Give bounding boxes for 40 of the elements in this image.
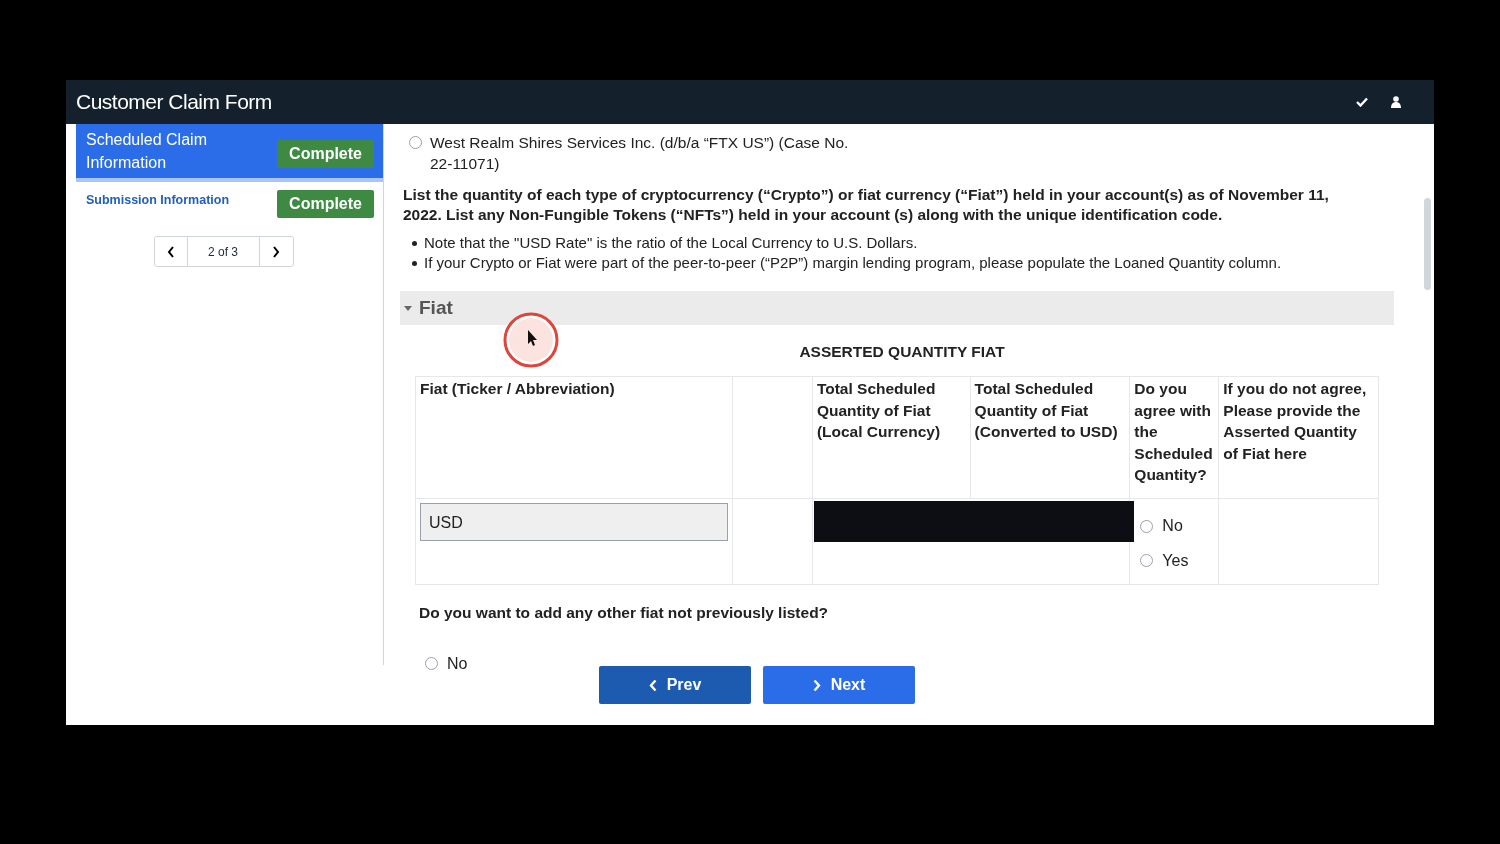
column-header: Total Scheduled Quantity of Fiat (Local Currency) <box>812 376 971 499</box>
prev-button[interactable]: Prev <box>599 666 751 704</box>
question-text: Do you want to add any other fiat not previously listed? <box>419 603 830 624</box>
scrollbar-thumb[interactable] <box>1424 198 1431 290</box>
chevron-left-icon <box>648 678 657 692</box>
section-header[interactable]: Fiat <box>400 291 1394 325</box>
column-header: Fiat (Ticker / Abbreviation) <box>415 376 733 499</box>
note-text: If your Crypto or Fiat were part of the peer-to-peer (“P2P”) margin lending program, please populate the Loaned Quantity column. <box>424 253 1282 273</box>
status-badge: Complete <box>277 140 374 168</box>
radio-label: No <box>1162 516 1183 537</box>
radio-button[interactable] <box>425 657 438 670</box>
sidebar-item-label: Submission Information <box>86 192 230 209</box>
column-header: Total Scheduled Quantity of Fiat (Converted to USD) <box>970 376 1130 499</box>
click-indicator-icon <box>503 312 559 368</box>
radio-option-label: West Realm Shires Services Inc. (d/b/a “FTX US”) (Case No. 22-11071) <box>430 133 850 174</box>
sidebar-item-label: Scheduled Claim Information <box>86 130 208 173</box>
next-button[interactable]: Next <box>763 666 915 704</box>
status-badge: Complete <box>277 190 374 218</box>
column-header: Do you agree with the Scheduled Quantity? <box>1129 376 1219 499</box>
radio-button[interactable] <box>409 136 422 149</box>
page-indicator: 2 of 3 <box>187 237 260 266</box>
radio-button[interactable] <box>1140 519 1154 533</box>
chevron-right-icon <box>812 678 821 692</box>
bullet-icon <box>412 261 417 266</box>
radio-label: No <box>447 653 468 674</box>
caret-down-icon <box>404 305 412 311</box>
radio-button[interactable] <box>1140 554 1154 567</box>
chevron-right-icon <box>272 245 280 258</box>
instructions-text: List the quantity of each type of cryptocurrency (“Crypto”) or fiat currency (“Fiat”) held in your account(s) as of November 11, 2022. List any Non-Fungible Tokens (“NFTs”) held in your account (s) along with the unique identification code. <box>402 185 1330 225</box>
user-icon[interactable] <box>1391 96 1401 108</box>
check-icon[interactable] <box>1356 97 1368 107</box>
sidebar-item[interactable]: Scheduled Claim Information Complete <box>76 124 383 182</box>
table-caption: ASSERTED QUANTITY FIAT <box>798 342 1006 362</box>
bullet-icon <box>412 241 417 246</box>
fiat-input-field[interactable]: USD <box>420 503 729 542</box>
column-header: If you do not agree, Please provide the Asserted Quantity of Fiat here <box>1218 376 1379 499</box>
radio-label: Yes <box>1162 550 1189 571</box>
window-title: Customer Claim Form <box>76 89 273 116</box>
chevron-left-icon <box>166 245 175 258</box>
note-text: Note that the "USD Rate" is the ratio of the Local Currency to U.S. Dollars. <box>424 233 918 253</box>
